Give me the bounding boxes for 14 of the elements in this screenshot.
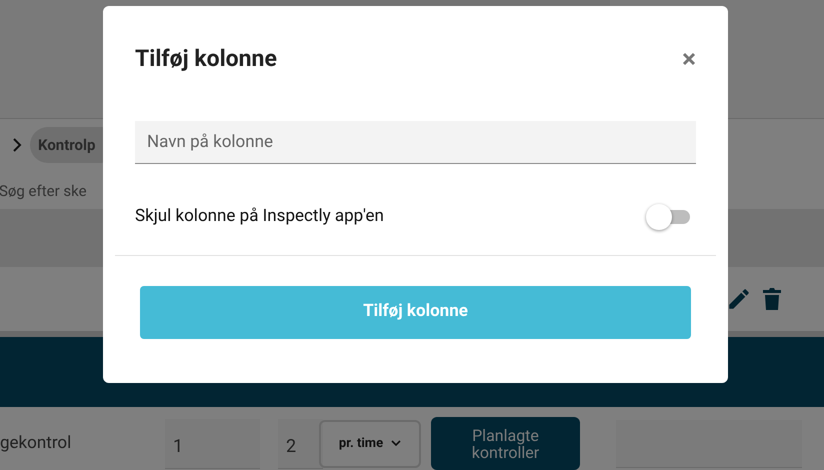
add-column-button[interactable]: Tilføj kolonne <box>140 286 691 338</box>
trash-icon[interactable] <box>760 286 784 312</box>
toggle-label: Skjul kolonne på Inspectly app'en <box>135 204 384 228</box>
hide-column-toggle[interactable] <box>646 204 692 230</box>
close-icon[interactable] <box>682 52 696 66</box>
scheduled-checks-button[interactable]: Planlagte kontroller <box>431 417 580 470</box>
interval-field[interactable]: 1 <box>165 418 260 468</box>
dialog-title: Tilføj kolonne <box>135 44 277 74</box>
caret-icon <box>391 440 402 447</box>
count-field[interactable]: 2 <box>278 418 323 468</box>
chevron-right-icon <box>12 137 22 154</box>
row-label: gekontrol <box>0 432 72 455</box>
column-name-field[interactable]: Navn på kolonne <box>135 120 696 164</box>
unit-select[interactable]: pr. time <box>319 420 421 468</box>
